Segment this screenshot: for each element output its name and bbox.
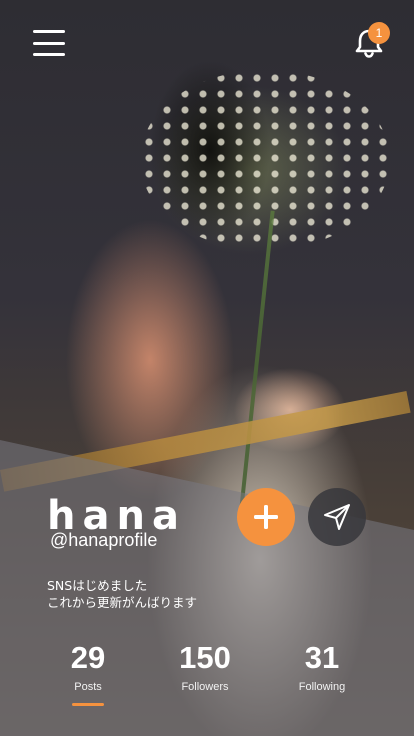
stat-label: Following <box>298 681 346 693</box>
stat-value: 31 <box>304 640 340 675</box>
bouquet-decoration <box>140 70 390 250</box>
send-icon <box>324 504 350 530</box>
profile-handle: @hanaprofile <box>50 530 158 550</box>
stems-decoration <box>239 210 275 510</box>
notification-badge: 1 <box>368 22 390 44</box>
stat-label: Posts <box>74 681 102 693</box>
profile-stats: 29 Posts 150 Followers 31 Following <box>0 640 414 710</box>
stat-following[interactable]: 31 Following <box>262 640 382 693</box>
stat-label: Followers <box>181 681 229 693</box>
active-tab-indicator <box>72 703 104 706</box>
profile-bio: SNSはじめました これから更新がんばります <box>47 577 197 611</box>
bio-line: SNSはじめました <box>47 578 148 593</box>
stat-followers[interactable]: 150 Followers <box>145 640 265 693</box>
stat-posts[interactable]: 29 Posts <box>28 640 148 693</box>
hamburger-menu-icon[interactable] <box>33 30 65 56</box>
plus-icon <box>254 505 278 529</box>
top-bar: 1 <box>0 0 414 80</box>
stat-value: 150 <box>179 640 231 675</box>
follow-button[interactable] <box>237 488 295 546</box>
message-button[interactable] <box>308 488 366 546</box>
bio-line: これから更新がんばります <box>47 595 198 610</box>
stat-value: 29 <box>70 640 106 675</box>
